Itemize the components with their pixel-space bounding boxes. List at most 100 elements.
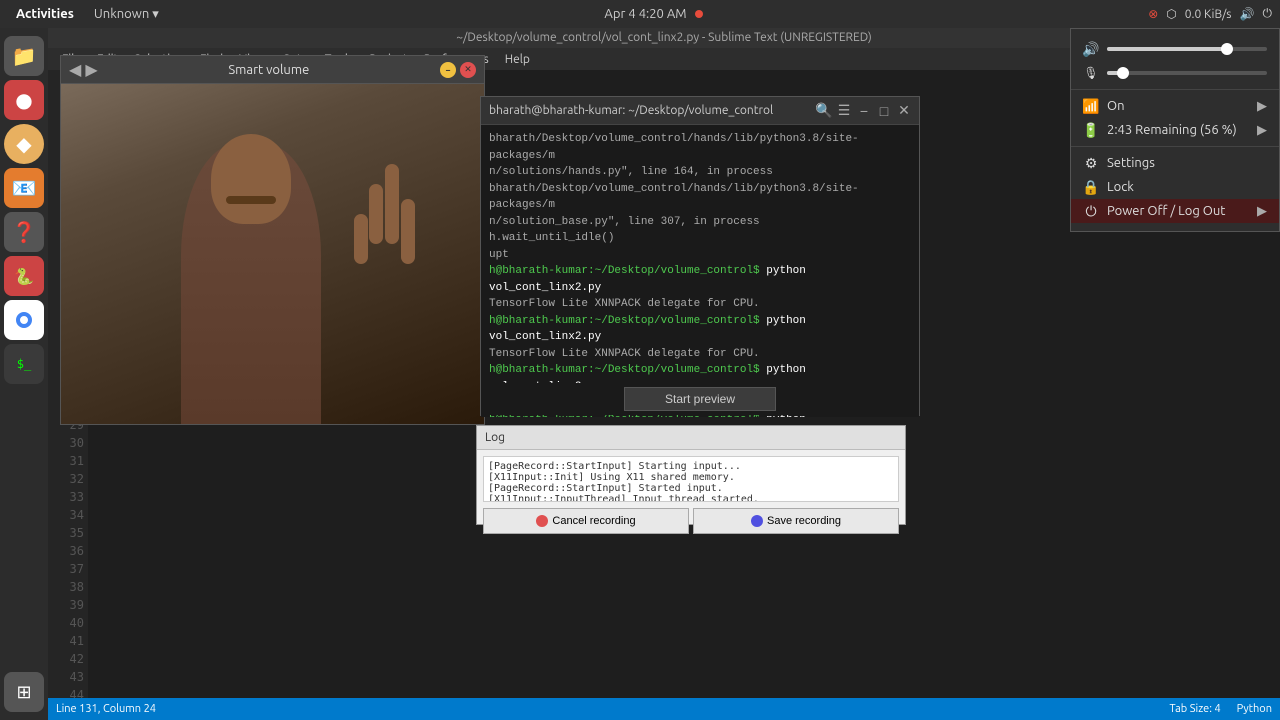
sidebar-icon-chrome[interactable]	[4, 300, 44, 340]
cancel-recording-button[interactable]: Cancel recording	[483, 508, 689, 534]
topbar: Activities Unknown ▾ Apr 4 4:20 AM ⊗ ⬡ 0…	[0, 0, 1280, 28]
minimize-button[interactable]: −	[440, 62, 456, 78]
bluetooth-icon: ⬡	[1166, 7, 1176, 21]
term-line: TensorFlow Lite XNNPACK delegate for CPU…	[489, 296, 911, 313]
popup-power-row[interactable]: ⏻ Power Off / Log Out ▶	[1071, 199, 1279, 223]
terminal-content[interactable]: bharath/Desktop/volume_control/hands/lib…	[481, 125, 919, 417]
sidebar-icon-files[interactable]: 📁	[4, 36, 44, 76]
save-icon	[751, 515, 763, 527]
code-line	[96, 596, 1272, 614]
popup-lock-row[interactable]: 🔒 Lock	[1071, 175, 1279, 199]
popup-settings-row[interactable]: ⚙ Settings	[1071, 151, 1279, 175]
mic-icon: 🎙	[1083, 65, 1099, 81]
term-line: bharath/Desktop/volume_control/hands/lib…	[489, 181, 911, 214]
volume-thumb[interactable]	[1221, 43, 1233, 55]
hand-gesture	[344, 144, 424, 267]
close-button[interactable]: ✕	[460, 62, 476, 78]
record-header: Log	[477, 426, 905, 450]
status-bar-right: Tab Size: 4 Python	[1169, 703, 1272, 715]
record-log-area: [PageRecord::StartInput] Starting input.…	[483, 456, 899, 502]
term-line: TensorFlow Lite XNNPACK delegate for CPU…	[489, 346, 911, 363]
power-arrow: ▶	[1257, 204, 1267, 219]
record-buttons: Cancel recording Save recording	[477, 508, 905, 538]
battery-label: 2:43 Remaining (56 %)	[1107, 123, 1237, 137]
status-line-col: Line 131, Column 24	[56, 703, 156, 715]
sidebar-icon-app4[interactable]: 📧	[4, 168, 44, 208]
start-preview-bar: Start preview	[481, 383, 919, 415]
terminal-maximize-button[interactable]: □	[877, 104, 891, 118]
power-off-icon: ⏻	[1083, 203, 1099, 219]
smart-volume-title: Smart volume	[228, 63, 309, 77]
terminal-menu-button[interactable]: ☰	[837, 104, 851, 118]
sidebar-icon-grid[interactable]: ⊞	[4, 672, 44, 712]
sidebar-icon-app2[interactable]: ●	[4, 80, 44, 120]
volume-fill	[1107, 47, 1227, 51]
window-controls: − ✕	[440, 62, 476, 78]
term-line: n/solution_base.py", line 307, in proces…	[489, 214, 911, 231]
terminal-titlebar: bharath@bharath-kumar: ~/Desktop/volume_…	[481, 97, 919, 125]
save-recording-button[interactable]: Save recording	[693, 508, 899, 534]
sidebar-icon-app3[interactable]: ◆	[4, 124, 44, 164]
code-line	[96, 614, 1272, 632]
terminal-title: bharath@bharath-kumar: ~/Desktop/volume_…	[489, 104, 773, 117]
topbar-center: Apr 4 4:20 AM	[604, 7, 702, 21]
record-dialog: Log [PageRecord::StartInput] Starting in…	[476, 425, 906, 525]
code-line	[96, 650, 1272, 668]
term-line: h@bharath-kumar:~/Desktop/volume_control…	[489, 313, 911, 346]
status-bar: Line 131, Column 24 Tab Size: 4 Python	[48, 698, 1280, 720]
mic-slider[interactable]	[1107, 71, 1267, 75]
person-head	[211, 134, 291, 224]
log-line-4: [X11Input::InputThread] Input thread sta…	[488, 494, 894, 502]
code-line	[96, 560, 1272, 578]
face-mustache	[226, 196, 276, 204]
lock-icon: 🔒	[1083, 179, 1099, 195]
unknown-dropdown[interactable]: Unknown ▾	[94, 7, 159, 22]
sidebar: 📁 ● ◆ 📧 ❓ 🐍 $_ ⊞	[0, 28, 48, 720]
power-off-label: Power Off / Log Out	[1107, 204, 1225, 218]
prev-button[interactable]: ◀	[69, 60, 81, 79]
volume-slider-row: 🔊	[1071, 37, 1279, 61]
code-line	[96, 668, 1272, 686]
terminal-minimize-button[interactable]: −	[857, 104, 871, 118]
sidebar-icon-terminal[interactable]: $_	[4, 344, 44, 384]
battery-icon: 🔋	[1083, 122, 1099, 138]
volume-icon[interactable]: 🔊	[1240, 7, 1255, 21]
code-line	[96, 578, 1272, 596]
terminal-controls: 🔍 ☰ − □ ✕	[817, 104, 911, 118]
popup-on-row[interactable]: 📶 On ▶	[1071, 94, 1279, 118]
webcam-feed: FPS: 15	[61, 84, 484, 424]
desktop: Activities Unknown ▾ Apr 4 4:20 AM ⊗ ⬡ 0…	[0, 0, 1280, 720]
popup-divider-1	[1071, 89, 1279, 90]
sidebar-icon-help[interactable]: ❓	[4, 212, 44, 252]
status-language: Python	[1237, 703, 1272, 715]
settings-icon: ⚙	[1083, 155, 1099, 171]
mic-thumb[interactable]	[1117, 67, 1129, 79]
webcam-bg	[61, 84, 484, 424]
power-icon[interactable]: ⏻	[1262, 7, 1272, 21]
error-icon: ⊗	[1148, 7, 1158, 21]
on-label: On	[1107, 99, 1125, 113]
next-button[interactable]: ▶	[85, 60, 97, 79]
sidebar-icon-python[interactable]: 🐍	[4, 256, 44, 296]
notification-dot	[695, 10, 703, 18]
term-line: upt	[489, 247, 911, 264]
volume-slider[interactable]	[1107, 47, 1267, 51]
smart-volume-window: ◀ ▶ Smart volume − ✕ FPS: 15	[60, 55, 485, 425]
window-nav-buttons: ◀ ▶	[69, 60, 98, 79]
terminal-search-button[interactable]: 🔍	[817, 104, 831, 118]
term-line: h.wait_until_idle()	[489, 230, 911, 247]
battery-arrow: ▶	[1257, 123, 1267, 138]
term-line: n/solutions/hands.py", line 164, in proc…	[489, 164, 911, 181]
menu-help[interactable]: Help	[499, 51, 536, 68]
log-line-3: [PageRecord::StartInput] Started input.	[488, 483, 894, 494]
topbar-left: Activities Unknown ▾	[0, 7, 159, 22]
start-preview-button[interactable]: Start preview	[624, 387, 776, 411]
term-line: bharath/Desktop/volume_control/hands/lib…	[489, 131, 911, 164]
popup-divider-2	[1071, 146, 1279, 147]
popup-battery-row[interactable]: 🔋 2:43 Remaining (56 %) ▶	[1071, 118, 1279, 142]
topbar-right: ⊗ ⬡ 0.0 KiB/s 🔊 ⏻	[1148, 7, 1280, 21]
on-icon: 📶	[1083, 98, 1099, 114]
activities-button[interactable]: Activities	[8, 7, 82, 21]
term-line: h@bharath-kumar:~/Desktop/volume_control…	[489, 263, 911, 296]
terminal-close-button[interactable]: ✕	[897, 104, 911, 118]
